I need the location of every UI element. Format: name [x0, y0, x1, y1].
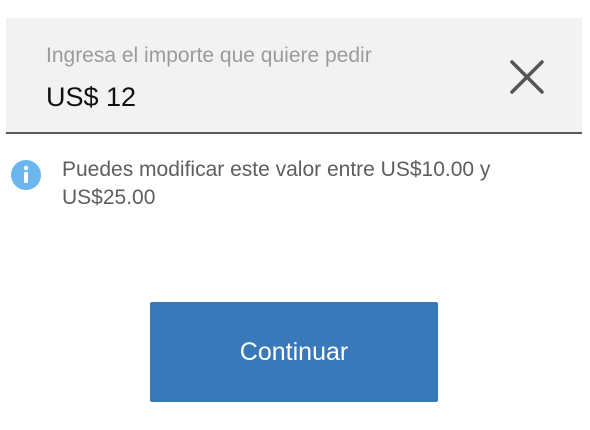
min-amount: US$10.00: [380, 158, 475, 181]
info-icon: [11, 160, 41, 190]
continue-button[interactable]: Continuar: [150, 302, 438, 402]
amount-request-screen: Ingresa el importe que quiere pedir Pued…: [0, 0, 590, 430]
amount-range-text: Puedes modificar este valor entre US$10.…: [62, 156, 562, 212]
info-connector: y: [479, 158, 491, 181]
info-text-prefix: Puedes modificar este valor entre: [62, 158, 375, 181]
amount-field[interactable]: Ingresa el importe que quiere pedir: [6, 18, 582, 134]
amount-field-label: Ingresa el importe que quiere pedir: [46, 44, 372, 67]
clear-amount-button[interactable]: [508, 58, 546, 96]
close-icon: [510, 60, 544, 94]
max-amount: US$25.00: [62, 186, 156, 209]
amount-input[interactable]: [46, 82, 446, 113]
